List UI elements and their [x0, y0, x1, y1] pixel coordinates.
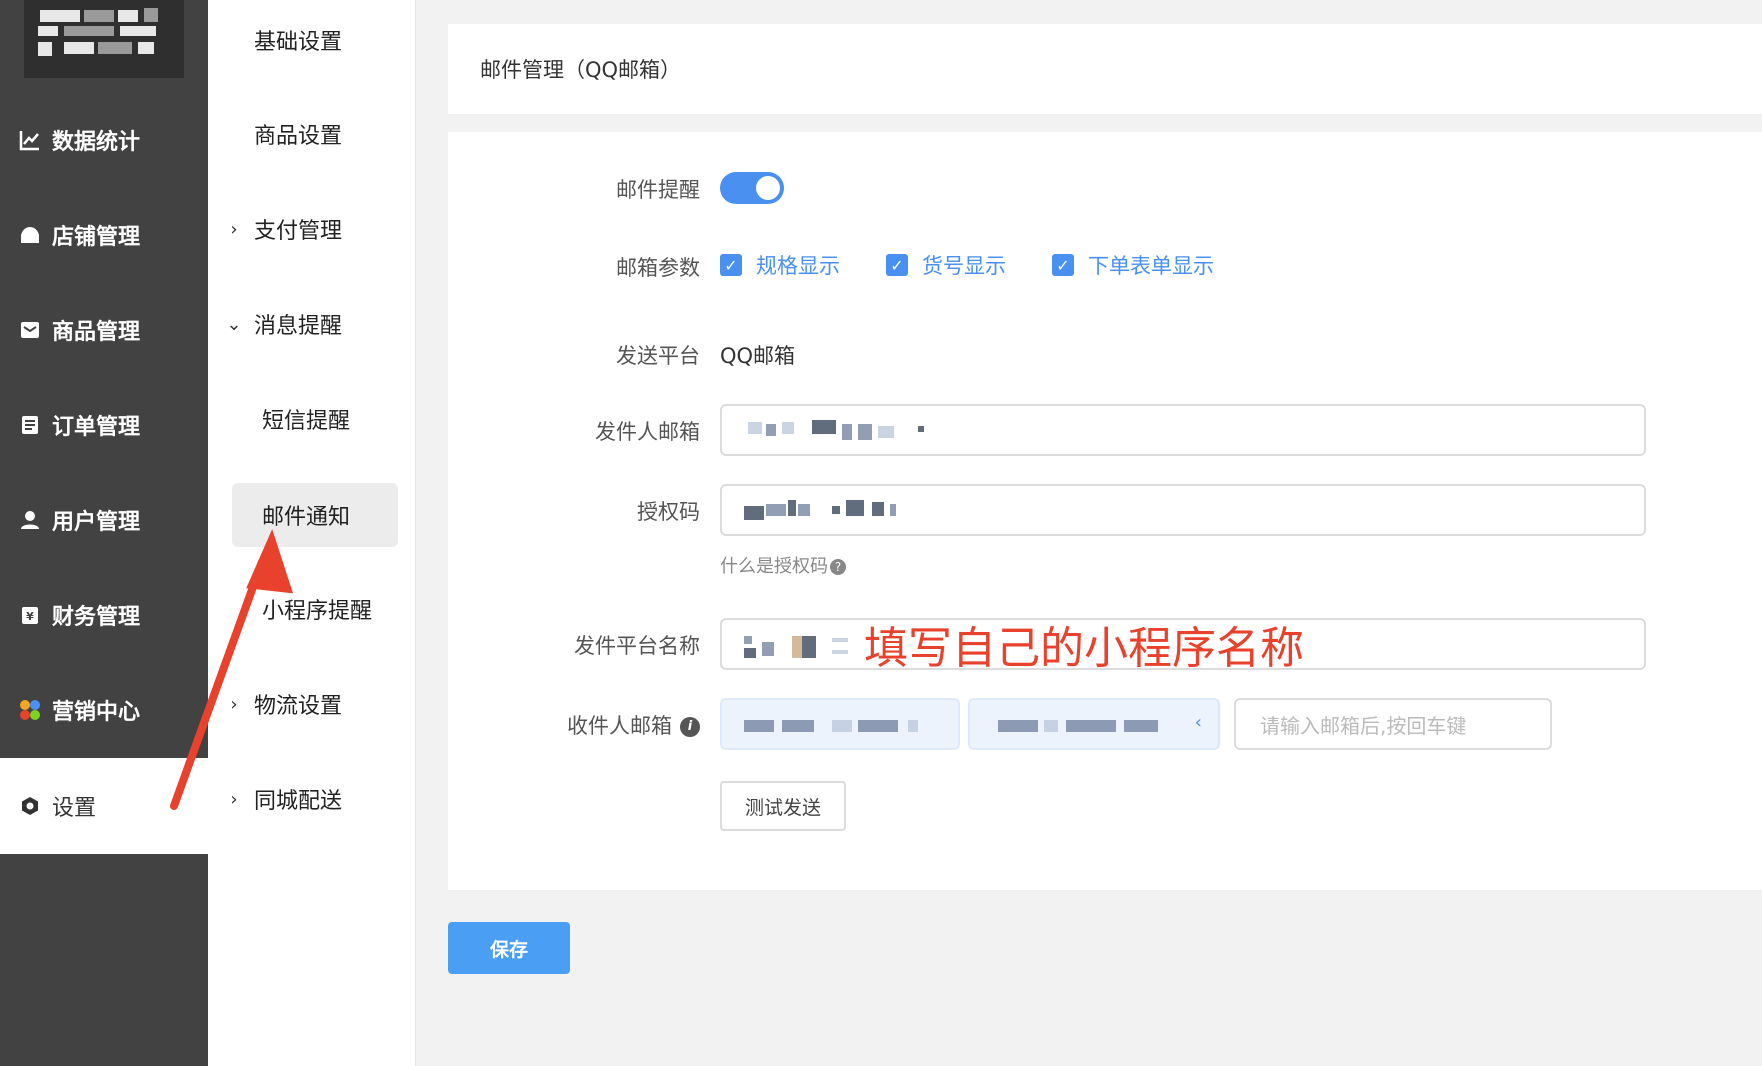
test-send-button[interactable]: 测试发送: [720, 781, 846, 831]
button-label: 保存: [489, 938, 528, 961]
field-label: 发送平台: [616, 344, 700, 368]
save-button[interactable]: 保存: [448, 922, 570, 974]
button-label: 测试发送: [744, 796, 821, 819]
store-icon: [18, 223, 42, 247]
submenu-message-reminder[interactable]: ⌄ 消息提醒: [208, 294, 416, 354]
marketing-icon: [18, 698, 42, 722]
submenu-label: 物流设置: [254, 694, 343, 719]
submenu-email-notification[interactable]: 邮件通知: [232, 483, 398, 547]
submenu-miniprogram-reminder[interactable]: 小程序提醒: [208, 579, 416, 639]
user-icon: [18, 508, 42, 532]
recipient-email-input[interactable]: 请输入邮箱后,按回车键: [1234, 698, 1552, 750]
nav-data-stats[interactable]: 数据统计: [0, 92, 208, 188]
auth-code-input[interactable]: [720, 484, 1646, 536]
submenu-label: 商品设置: [254, 124, 343, 149]
email-reminder-switch[interactable]: [720, 172, 784, 204]
settings-submenu: 基础设置 商品设置 › 支付管理 ⌄ 消息提醒 短信提醒 邮件通知 小程序提醒 …: [208, 0, 416, 1066]
chart-line-icon: [18, 128, 42, 152]
checkbox-sku-display[interactable]: ✓ 货号显示: [886, 250, 1006, 280]
recipient-tag[interactable]: ‹: [968, 698, 1220, 750]
finance-icon: ¥: [18, 603, 42, 627]
chevron-right-icon: ›: [230, 218, 238, 240]
field-label: 邮箱参数: [616, 256, 700, 280]
nav-products[interactable]: 商品管理: [0, 282, 208, 378]
field-label: 邮件提醒: [616, 178, 700, 202]
page-header: 邮件管理（QQ邮箱）: [448, 24, 1762, 114]
row-email-reminder: 邮件提醒: [448, 170, 1762, 206]
email-settings-form: 邮件提醒 邮箱参数 ✓ 规格显示 ✓ 货号显示 ✓ 下单表单显示 发送平台 QQ邮箱 …: [448, 132, 1762, 890]
row-platform: 发送平台 QQ邮箱: [448, 336, 1762, 372]
field-label: 收件人邮箱 i: [448, 710, 700, 740]
nav-label: 设置: [52, 796, 97, 821]
checkbox-label: 货号显示: [922, 254, 1006, 278]
row-email-params: 邮箱参数 ✓ 规格显示 ✓ 货号显示 ✓ 下单表单显示: [448, 248, 1762, 284]
close-icon[interactable]: ‹: [1195, 712, 1202, 733]
row-auth-code: 授权码: [448, 484, 1762, 536]
checkbox-label: 规格显示: [756, 254, 840, 278]
submenu-label: 同城配送: [254, 789, 343, 814]
row-recipient-email: 收件人邮箱 i ‹ 请输入邮箱后,按回车键: [448, 698, 1762, 750]
submenu-label: 邮件通知: [262, 505, 351, 530]
check-icon: ✓: [1052, 254, 1074, 276]
submenu-label: 消息提醒: [254, 314, 343, 339]
submenu-product-settings[interactable]: 商品设置: [208, 104, 416, 164]
chevron-right-icon: ›: [230, 788, 238, 810]
auth-code-hint[interactable]: 什么是授权码?: [720, 552, 846, 578]
switch-knob: [756, 176, 780, 200]
nav-orders[interactable]: 订单管理: [0, 377, 208, 473]
question-icon: ?: [830, 559, 846, 575]
nav-store[interactable]: 店铺管理: [0, 187, 208, 283]
submenu-sms-reminder[interactable]: 短信提醒: [208, 389, 416, 449]
submenu-label: 短信提醒: [262, 409, 351, 434]
chevron-right-icon: ›: [230, 693, 238, 715]
nav-settings[interactable]: 设置: [0, 758, 208, 854]
check-icon: ✓: [886, 254, 908, 276]
submenu-local-delivery[interactable]: › 同城配送: [208, 769, 416, 829]
nav-finance[interactable]: ¥ 财务管理: [0, 567, 208, 663]
nav-label: 订单管理: [52, 415, 141, 440]
info-icon[interactable]: i: [680, 717, 700, 737]
recipient-tag[interactable]: [720, 698, 960, 750]
nav-users[interactable]: 用户管理: [0, 472, 208, 568]
field-label-text: 收件人邮箱: [567, 714, 672, 738]
submenu-logistics[interactable]: › 物流设置: [208, 674, 416, 734]
hint-text: 什么是授权码: [720, 556, 828, 577]
sender-email-input[interactable]: [720, 404, 1646, 456]
svg-text:¥: ¥: [26, 610, 34, 623]
mail-box-icon: [18, 318, 42, 342]
chevron-down-icon: ⌄: [226, 313, 242, 335]
order-list-icon: [18, 413, 42, 437]
nav-label: 用户管理: [52, 510, 141, 535]
check-icon: ✓: [720, 254, 742, 276]
field-label: 发件平台名称: [574, 634, 700, 658]
nav-label: 商品管理: [52, 320, 141, 345]
input-placeholder: 请输入邮箱后,按回车键: [1260, 713, 1467, 738]
submenu-basic-settings[interactable]: 基础设置: [208, 10, 416, 70]
annotation-text: 填写自己的小程序名称: [864, 623, 1304, 674]
checkbox-order-form-display[interactable]: ✓ 下单表单显示: [1052, 250, 1214, 280]
nav-label: 数据统计: [52, 130, 141, 155]
nav-label: 营销中心: [52, 700, 141, 725]
submenu-label: 支付管理: [254, 219, 343, 244]
submenu-label: 基础设置: [254, 30, 343, 55]
page-title: 邮件管理（QQ邮箱）: [480, 58, 682, 82]
nav-marketing[interactable]: 营销中心: [0, 662, 208, 758]
app-logo[interactable]: [24, 0, 184, 78]
row-platform-name: 发件平台名称 填写自己的小程序名称: [448, 618, 1762, 674]
row-sender-email: 发件人邮箱: [448, 404, 1762, 456]
field-label: 发件人邮箱: [595, 420, 700, 444]
checkbox-label: 下单表单显示: [1088, 254, 1214, 278]
nav-label: 财务管理: [52, 605, 141, 630]
checkbox-spec-display[interactable]: ✓ 规格显示: [720, 250, 840, 280]
nav-label: 店铺管理: [52, 225, 141, 250]
email-params-group: ✓ 规格显示 ✓ 货号显示 ✓ 下单表单显示: [720, 250, 1260, 280]
platform-value: QQ邮箱: [720, 344, 796, 368]
main-sidebar: 数据统计 店铺管理 商品管理 订单管理 用户管理 ¥ 财务管理 营销中心 设置: [0, 0, 208, 1066]
settings-icon: [18, 794, 42, 818]
submenu-label: 小程序提醒: [262, 599, 373, 624]
field-label: 授权码: [637, 500, 700, 524]
submenu-payment[interactable]: › 支付管理: [208, 199, 416, 259]
